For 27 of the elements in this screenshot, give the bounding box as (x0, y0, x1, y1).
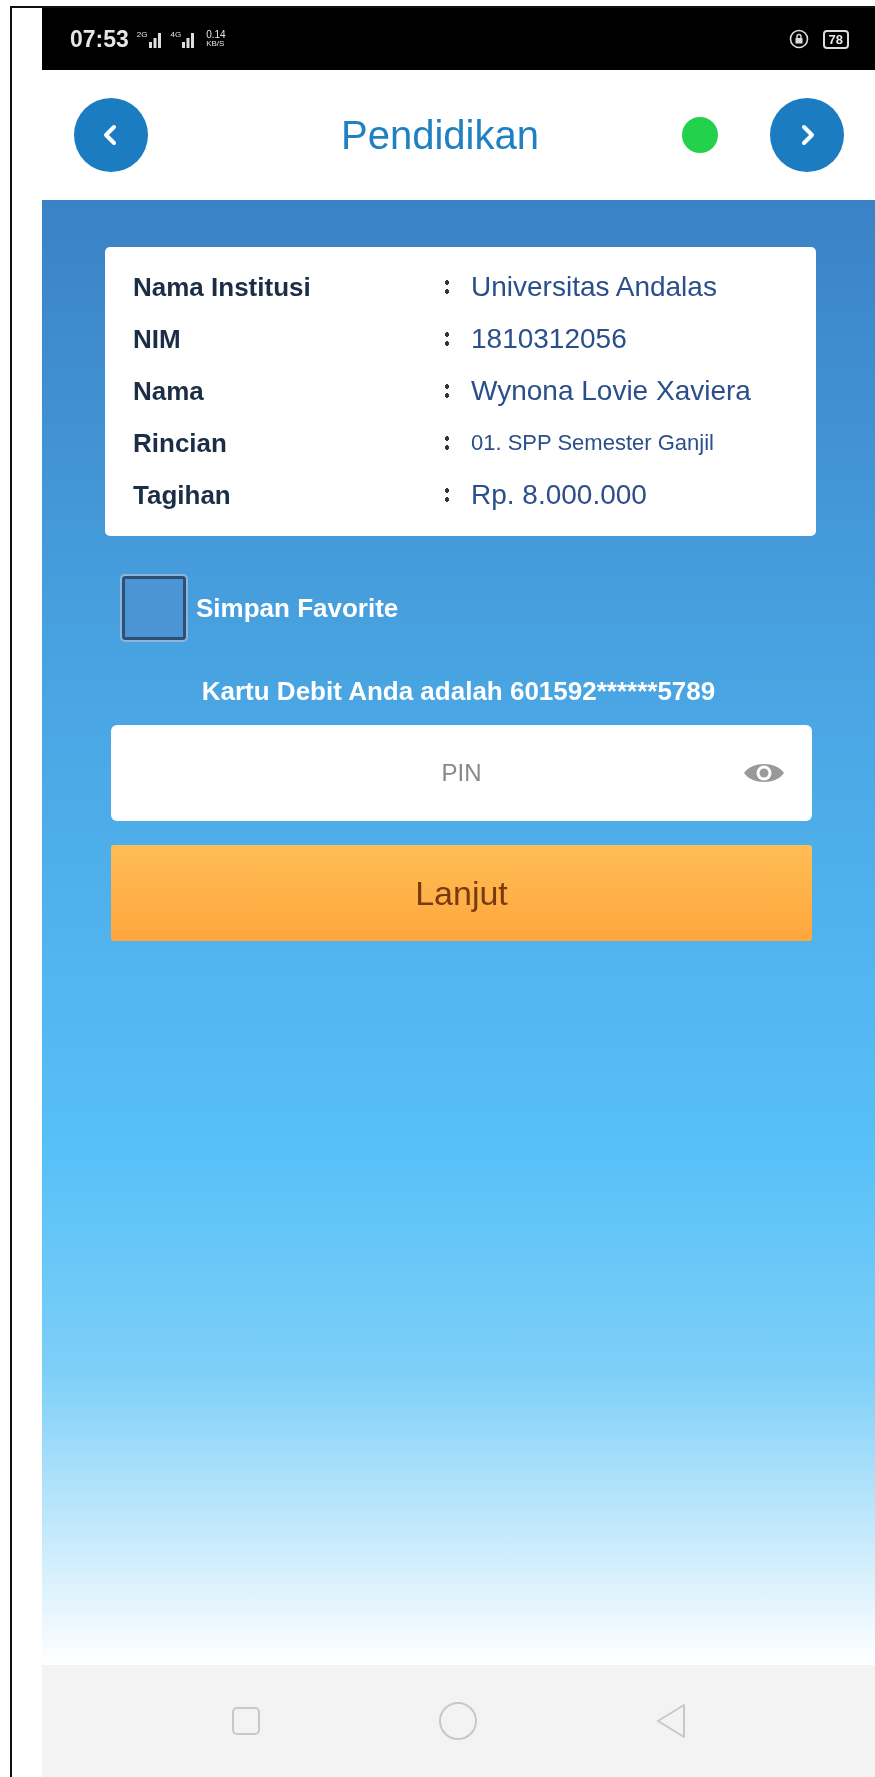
network-label: 2G (136, 30, 148, 39)
detail-value: 1810312056 (471, 323, 627, 355)
detail-label: Nama (133, 375, 205, 407)
status-time: 07:53 (70, 25, 129, 53)
back-icon[interactable] (654, 1703, 687, 1739)
page-title: Pendidikan (340, 112, 540, 158)
lock-icon (788, 29, 809, 49)
detail-value: 01. SPP Semester Ganjil (471, 430, 714, 456)
speed-unit: KB/S (206, 40, 226, 48)
detail-value: Rp. 8.000.000 (471, 479, 647, 511)
recent-apps-icon[interactable] (230, 1706, 261, 1736)
favorite-checkbox[interactable] (122, 576, 186, 640)
continue-button[interactable]: Lanjut (111, 845, 812, 941)
detail-value: Wynona Lovie Xaviera (471, 375, 751, 407)
pin-field[interactable]: PIN (111, 725, 812, 821)
home-icon[interactable] (437, 1701, 478, 1741)
status-dot-icon (682, 117, 718, 153)
detail-label: Tagihan (133, 479, 232, 511)
card-info-text: Kartu Debit Anda adalah 601592******5789 (200, 676, 717, 707)
battery-indicator: 78 (822, 29, 849, 49)
network-label: 4G (170, 30, 182, 39)
detail-label: Rincian (133, 427, 228, 459)
detail-label: NIM (133, 323, 182, 355)
detail-label: Nama Institusi (133, 271, 312, 303)
network-speed: 0.14 (206, 30, 226, 40)
favorite-label: Simpan Favorite (196, 592, 399, 624)
detail-value: Universitas Andalas (471, 271, 717, 303)
